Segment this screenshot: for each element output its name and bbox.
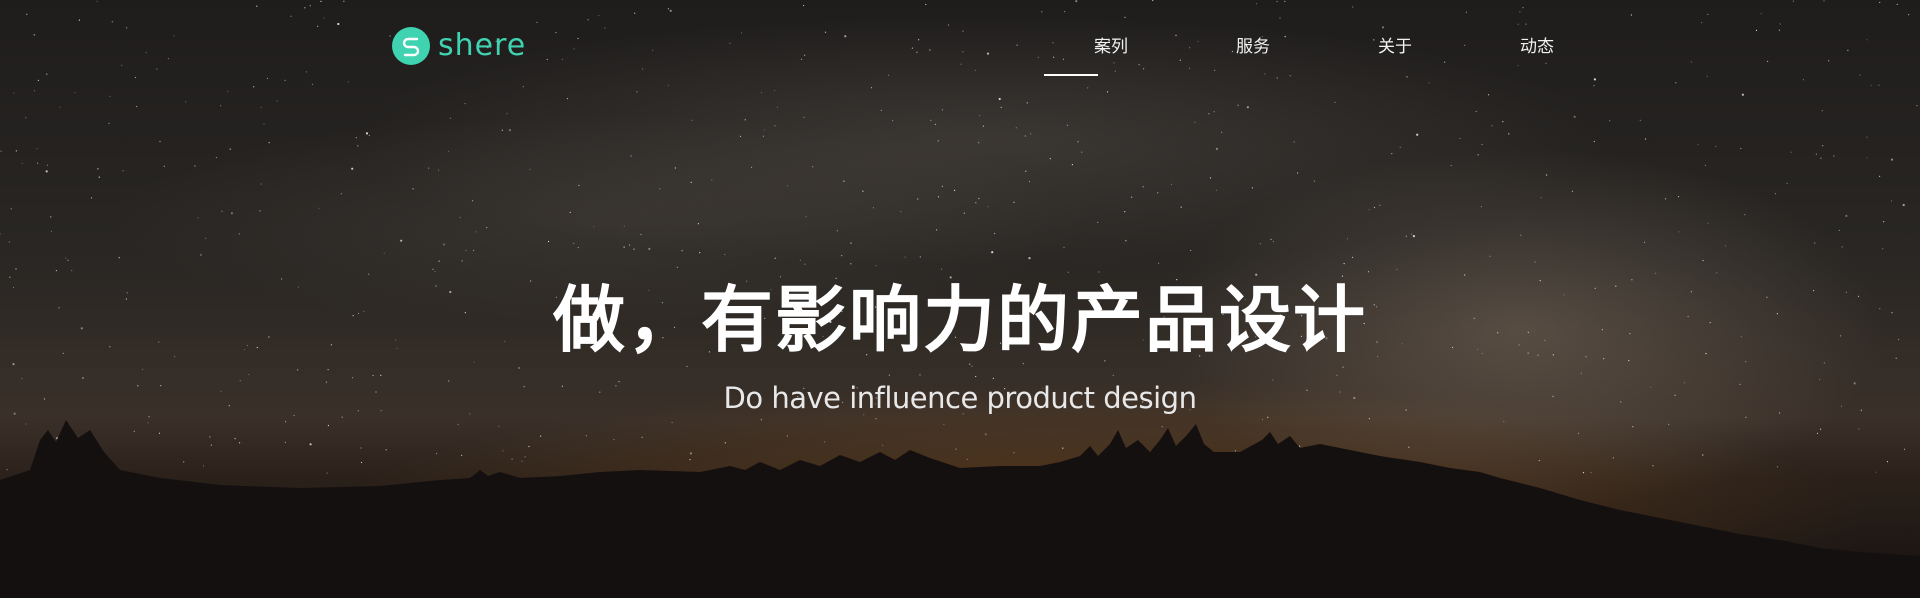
main-menu: 案列 服务 关于 动态	[1040, 0, 1608, 76]
hero-banner: SHERE 案列 服务 关于 动态 做，有影响力的产品设计 Do have in…	[0, 0, 1920, 598]
shere-logo-icon	[392, 27, 430, 65]
hero-subtitle: Do have influence product design	[723, 381, 1197, 415]
logo-link[interactable]: SHERE	[392, 26, 526, 66]
hero-title: 做，有影响力的产品设计	[552, 278, 1367, 362]
top-navigation: SHERE 案列 服务 关于 动态	[0, 0, 1920, 80]
nav-item-cases[interactable]: 案列	[1040, 0, 1182, 76]
nav-item-services[interactable]: 服务	[1182, 0, 1324, 76]
nav-item-news[interactable]: 动态	[1466, 0, 1608, 76]
logo-wordmark: SHERE	[438, 28, 527, 63]
nav-item-about[interactable]: 关于	[1324, 0, 1466, 76]
